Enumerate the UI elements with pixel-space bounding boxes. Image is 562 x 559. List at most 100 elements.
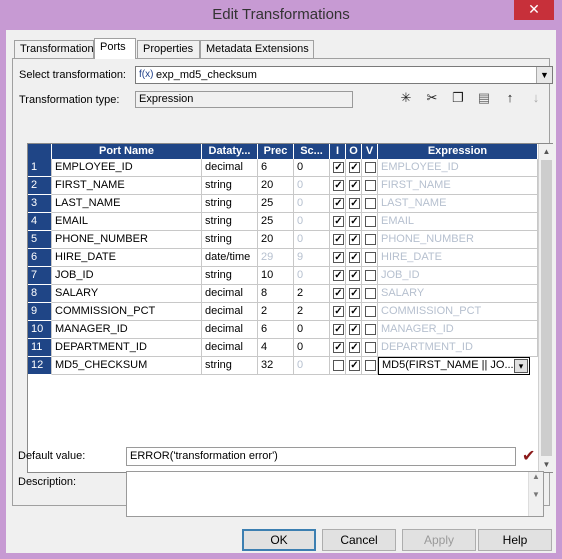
table-row[interactable]: 9 COMMISSION_PCT decimal 2 2 ✓ ✓ COMMISSION_PCT [28, 303, 538, 321]
variable-checkbox[interactable] [365, 252, 376, 263]
scale-cell[interactable]: 0 [294, 231, 330, 249]
port-name-cell[interactable]: LAST_NAME [52, 195, 202, 213]
input-checkbox[interactable]: ✓ [333, 270, 344, 281]
precision-cell[interactable]: 20 [258, 177, 294, 195]
apply-button[interactable]: Apply [402, 529, 476, 551]
input-checkbox[interactable]: ✓ [333, 180, 344, 191]
scroll-up-icon[interactable]: ▲ [539, 144, 554, 159]
port-name-cell[interactable]: JOB_ID [52, 267, 202, 285]
output-checkbox[interactable]: ✓ [349, 234, 360, 245]
tab-ports[interactable]: Ports [94, 38, 136, 59]
table-row[interactable]: 1 EMPLOYEE_ID decimal 6 0 ✓ ✓ EMPLOYEE_ID [28, 159, 538, 177]
datatype-cell[interactable]: decimal [202, 159, 258, 177]
variable-checkbox[interactable] [365, 288, 376, 299]
scale-cell[interactable]: 9 [294, 249, 330, 267]
scale-cell[interactable]: 0 [294, 159, 330, 177]
output-checkbox[interactable]: ✓ [349, 270, 360, 281]
output-checkbox[interactable]: ✓ [349, 162, 360, 173]
precision-cell[interactable]: 32 [258, 357, 294, 375]
header-variable[interactable]: V [362, 144, 378, 159]
open-expression-editor-icon[interactable]: ▾ [514, 359, 528, 373]
input-checkbox[interactable]: ✓ [333, 342, 344, 353]
datatype-cell[interactable]: decimal [202, 285, 258, 303]
validate-checkmark-icon[interactable]: ✔ [522, 446, 535, 466]
header-input[interactable]: I [330, 144, 346, 159]
input-checkbox[interactable]: ✓ [333, 324, 344, 335]
datatype-cell[interactable]: string [202, 267, 258, 285]
row-number[interactable]: 7 [28, 267, 52, 285]
cut-icon[interactable]: ✂ [423, 89, 441, 107]
input-checkbox[interactable]: ✓ [333, 216, 344, 227]
row-number[interactable]: 11 [28, 339, 52, 357]
output-checkbox[interactable]: ✓ [349, 180, 360, 191]
datatype-cell[interactable]: string [202, 213, 258, 231]
table-row[interactable]: 12 MD5_CHECKSUM string 32 0 ✓ MD5(FIRST_NAME |… [28, 357, 538, 375]
expression-cell[interactable]: MANAGER_ID [378, 321, 538, 339]
chevron-down-icon[interactable]: ▼ [536, 67, 552, 83]
precision-cell[interactable]: 8 [258, 285, 294, 303]
datatype-cell[interactable]: decimal [202, 303, 258, 321]
variable-checkbox[interactable] [365, 324, 376, 335]
expression-cell[interactable]: SALARY [378, 285, 538, 303]
row-number[interactable]: 2 [28, 177, 52, 195]
header-expression[interactable]: Expression [378, 144, 538, 159]
table-row[interactable]: 6 HIRE_DATE date/time 29 9 ✓ ✓ HIRE_DATE [28, 249, 538, 267]
move-down-icon[interactable]: ↓ [527, 89, 545, 107]
variable-checkbox[interactable] [365, 216, 376, 227]
table-row[interactable]: 10 MANAGER_ID decimal 6 0 ✓ ✓ MANAGER_ID [28, 321, 538, 339]
precision-cell[interactable]: 4 [258, 339, 294, 357]
variable-checkbox[interactable] [365, 198, 376, 209]
input-checkbox[interactable]: ✓ [333, 198, 344, 209]
expression-cell[interactable]: DEPARTMENT_ID [378, 339, 538, 357]
header-port-name[interactable]: Port Name [52, 144, 202, 159]
datatype-cell[interactable]: string [202, 357, 258, 375]
row-number[interactable]: 8 [28, 285, 52, 303]
row-number[interactable]: 9 [28, 303, 52, 321]
variable-checkbox[interactable] [365, 306, 376, 317]
table-row[interactable]: 7 JOB_ID string 10 0 ✓ ✓ JOB_ID [28, 267, 538, 285]
cancel-button[interactable]: Cancel [322, 529, 396, 551]
port-name-cell[interactable]: EMAIL [52, 213, 202, 231]
expression-cell[interactable]: EMPLOYEE_ID [378, 159, 538, 177]
precision-cell[interactable]: 25 [258, 195, 294, 213]
precision-cell[interactable]: 6 [258, 159, 294, 177]
output-checkbox[interactable]: ✓ [349, 252, 360, 263]
help-button[interactable]: Help [478, 529, 552, 551]
row-number[interactable]: 3 [28, 195, 52, 213]
precision-cell[interactable]: 29 [258, 249, 294, 267]
header-precision[interactable]: Prec [258, 144, 294, 159]
datatype-cell[interactable]: string [202, 195, 258, 213]
port-name-cell[interactable]: EMPLOYEE_ID [52, 159, 202, 177]
expression-cell[interactable]: HIRE_DATE [378, 249, 538, 267]
output-checkbox[interactable]: ✓ [349, 360, 360, 371]
port-name-cell[interactable]: MANAGER_ID [52, 321, 202, 339]
datatype-cell[interactable]: string [202, 231, 258, 249]
scale-cell[interactable]: 0 [294, 321, 330, 339]
scale-cell[interactable]: 2 [294, 303, 330, 321]
output-checkbox[interactable]: ✓ [349, 324, 360, 335]
datatype-cell[interactable]: string [202, 177, 258, 195]
port-name-cell[interactable]: COMMISSION_PCT [52, 303, 202, 321]
ok-button[interactable]: OK [242, 529, 316, 551]
datatype-cell[interactable]: date/time [202, 249, 258, 267]
variable-checkbox[interactable] [365, 270, 376, 281]
input-checkbox[interactable]: ✓ [333, 252, 344, 263]
table-row[interactable]: 8 SALARY decimal 8 2 ✓ ✓ SALARY [28, 285, 538, 303]
default-value-field[interactable]: ERROR('transformation error') [126, 447, 516, 466]
scale-cell[interactable]: 0 [294, 213, 330, 231]
scale-cell[interactable]: 0 [294, 357, 330, 375]
expression-cell[interactable]: LAST_NAME [378, 195, 538, 213]
variable-checkbox[interactable] [365, 342, 376, 353]
table-row[interactable]: 3 LAST_NAME string 25 0 ✓ ✓ LAST_NAME [28, 195, 538, 213]
grid-scrollbar[interactable]: ▲ ▼ [538, 144, 553, 472]
port-name-cell[interactable]: PHONE_NUMBER [52, 231, 202, 249]
expression-cell[interactable]: COMMISSION_PCT [378, 303, 538, 321]
move-up-icon[interactable]: ↑ [501, 89, 519, 107]
expression-cell[interactable]: JOB_ID [378, 267, 538, 285]
variable-checkbox[interactable] [365, 360, 376, 371]
port-name-cell[interactable]: SALARY [52, 285, 202, 303]
table-row[interactable]: 5 PHONE_NUMBER string 20 0 ✓ ✓ PHONE_NUMBER [28, 231, 538, 249]
variable-checkbox[interactable] [365, 162, 376, 173]
select-transformation-dropdown[interactable]: f(x) exp_md5_checksum ▼ [135, 66, 553, 84]
variable-checkbox[interactable] [365, 180, 376, 191]
